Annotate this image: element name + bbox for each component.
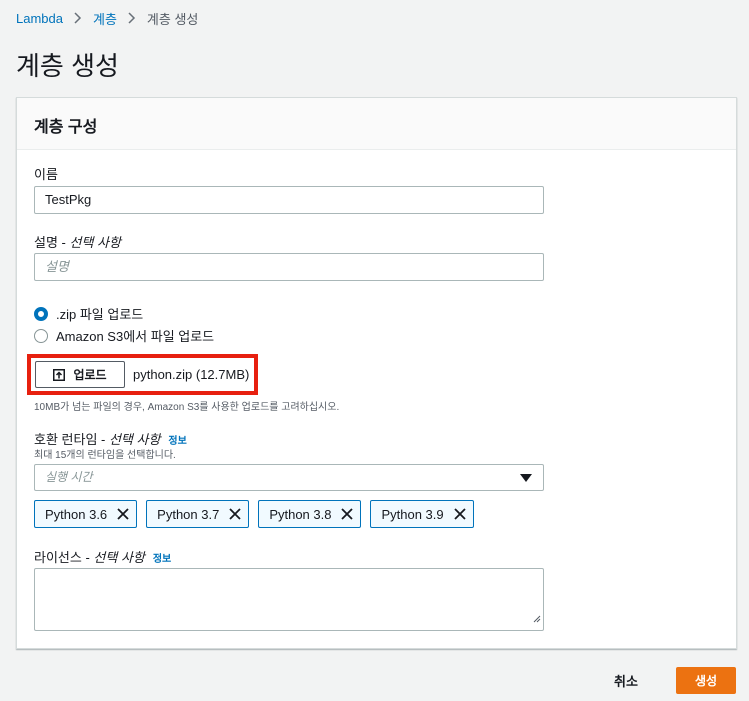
- name-label: 이름: [34, 167, 58, 182]
- resize-grip-icon[interactable]: [533, 610, 541, 628]
- radio-s3-upload[interactable]: Amazon S3에서 파일 업로드: [34, 326, 214, 345]
- upload-button[interactable]: 업로드: [35, 361, 125, 388]
- breadcrumb: Lambda 계층 계층 생성: [16, 9, 199, 28]
- close-icon[interactable]: [341, 508, 354, 520]
- runtime-token: Python 3.8: [258, 500, 362, 528]
- layer-config-panel: 계층 구성 이름 TestPkg 설명 - 선택 사항 설명 .zip 파일 업…: [16, 97, 737, 649]
- runtime-token-label: Python 3.7: [157, 506, 220, 522]
- cancel-button[interactable]: 취소: [614, 671, 638, 690]
- close-icon[interactable]: [453, 508, 466, 520]
- radio-zip-upload[interactable]: .zip 파일 업로드: [34, 304, 143, 323]
- runtime-token-label: Python 3.6: [45, 506, 108, 522]
- breadcrumb-layers[interactable]: 계층: [93, 9, 117, 28]
- optional-text: 선택 사항: [69, 235, 121, 250]
- runtime-token-label: Python 3.8: [269, 506, 332, 522]
- runtime-select[interactable]: 실행 시간: [34, 464, 544, 491]
- upload-highlight-box: 업로드 python.zip (12.7MB): [27, 354, 258, 395]
- runtime-token: Python 3.7: [146, 500, 250, 528]
- page-title: 계층 생성: [16, 51, 119, 81]
- close-icon[interactable]: [229, 508, 241, 520]
- runtime-select-placeholder: 실행 시간: [45, 470, 93, 484]
- description-input[interactable]: 설명: [34, 253, 544, 281]
- radio-checked-icon: [34, 306, 48, 321]
- runtime-token: Python 3.9: [370, 500, 474, 528]
- runtime-token: Python 3.6: [34, 500, 138, 528]
- upload-button-label: 업로드: [73, 368, 107, 382]
- upload-hint: 10MB가 넘는 파일의 경우, Amazon S3를 사용한 업로드를 고려하…: [34, 402, 340, 413]
- breadcrumb-lambda[interactable]: Lambda: [16, 11, 63, 26]
- runtime-hint: 최대 15개의 런타임을 선택합니다.: [34, 450, 176, 461]
- optional-text: 선택 사항: [108, 432, 161, 447]
- file-name: python.zip (12.7MB): [133, 367, 250, 382]
- upload-icon: [53, 368, 66, 381]
- license-textarea[interactable]: [34, 568, 544, 631]
- radio-unchecked-icon: [34, 328, 48, 343]
- license-label: 라이선스 - 선택 사항 정보: [34, 550, 172, 565]
- create-button[interactable]: 생성: [676, 667, 736, 694]
- radio-s3-label: Amazon S3에서 파일 업로드: [56, 329, 215, 344]
- chevron-right-icon: [128, 12, 136, 24]
- breadcrumb-current: 계층 생성: [146, 11, 199, 27]
- description-label: 설명 - 선택 사항: [34, 235, 121, 250]
- chevron-right-icon: [74, 12, 82, 24]
- name-input[interactable]: TestPkg: [34, 186, 544, 214]
- runtime-token-label: Python 3.9: [381, 506, 444, 522]
- panel-title: 계층 구성: [17, 98, 736, 150]
- close-icon[interactable]: [117, 508, 129, 520]
- runtime-tokens: Python 3.6 Python 3.7 Python 3.8 Python …: [34, 500, 483, 528]
- license-info-link[interactable]: 정보: [153, 554, 171, 565]
- optional-text: 선택 사항: [93, 550, 145, 565]
- radio-zip-label: .zip 파일 업로드: [56, 307, 144, 322]
- caret-down-icon: [520, 474, 532, 482]
